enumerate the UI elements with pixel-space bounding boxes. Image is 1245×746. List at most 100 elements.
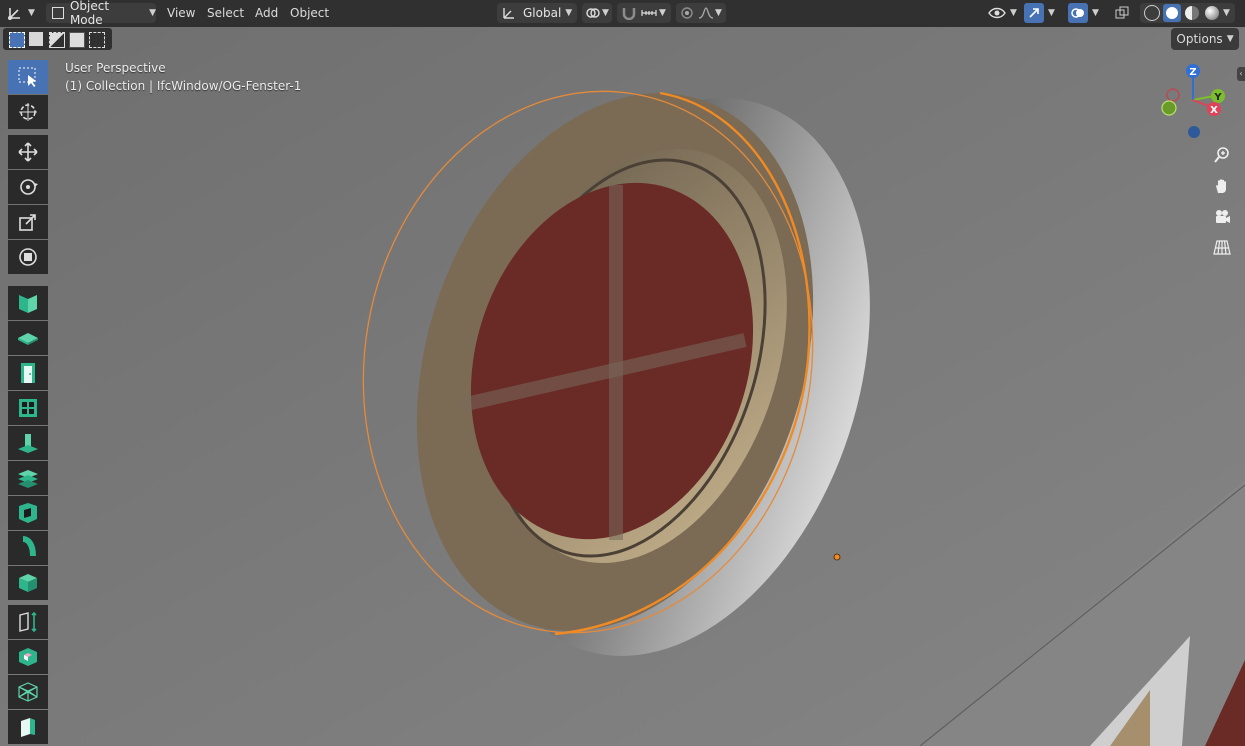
sidebar-toggle[interactable]: ‹ <box>1237 67 1245 81</box>
chevron-down-icon: ▼ <box>1092 8 1099 18</box>
select-box-icon <box>18 67 36 87</box>
pivot-point-button[interactable]: ▼ <box>582 3 612 23</box>
door-tool[interactable] <box>8 356 48 390</box>
covering-icon <box>21 718 35 737</box>
camera-view-button[interactable] <box>1207 203 1237 231</box>
shading-modes[interactable]: ▼ <box>1140 3 1235 23</box>
menu-view[interactable]: View <box>161 3 201 23</box>
xray-icon <box>1115 6 1129 19</box>
gizmo-z-label: Z <box>1189 67 1196 78</box>
snap-increment-icon <box>641 10 657 16</box>
generic-element-icon <box>19 574 37 592</box>
3d-viewport[interactable]: Options ▼ User Perspective (1) Collectio… <box>0 27 1245 746</box>
wall-tool-icon <box>19 295 37 313</box>
xray-toggle[interactable] <box>1115 3 1135 23</box>
options-button[interactable]: Options ▼ <box>1171 28 1239 50</box>
chevron-down-icon: ▼ <box>1010 8 1017 18</box>
select-intersect-icon[interactable] <box>89 32 105 48</box>
orientation-label: Global <box>523 6 562 20</box>
falloff-curve-icon <box>698 7 714 19</box>
gizmo-icon <box>1024 3 1044 23</box>
menu-select[interactable]: Select <box>201 3 250 23</box>
axis-editor-icon <box>8 8 20 20</box>
rotate-icon <box>20 179 38 195</box>
gizmo-toggle[interactable]: ▼ <box>1024 3 1064 23</box>
gizmo-y-label: Y <box>1213 92 1222 103</box>
chevron-down-icon: ▼ <box>659 8 666 18</box>
chevron-down-icon: ▼ <box>1226 34 1234 44</box>
menu-add[interactable]: Add <box>249 3 284 23</box>
hand-icon <box>1216 179 1226 193</box>
select-extend-icon[interactable] <box>29 32 43 46</box>
editor-type-button[interactable]: ▼ <box>6 3 40 23</box>
viewport-header: ▼ Object Mode ▼ View Select Add Object G… <box>0 0 1245 27</box>
wall-tool[interactable] <box>8 286 48 320</box>
select-invert-icon[interactable] <box>69 32 85 48</box>
slab-tool[interactable] <box>8 321 48 355</box>
collection-label: (1) Collection | IfcWindow/OG-Fenster-1 <box>65 79 302 93</box>
visibility-button[interactable]: ▼ <box>988 3 1022 23</box>
window-tool-icon <box>19 399 37 417</box>
gizmo-x-label: X <box>1210 105 1218 116</box>
menu-object[interactable]: Object <box>284 3 335 23</box>
gizmo-neg-y[interactable] <box>1161 100 1177 116</box>
mode-selector[interactable]: Object Mode ▼ <box>46 0 156 27</box>
snapping-group[interactable]: ▼ <box>617 3 671 23</box>
object-origin-dot[interactable] <box>833 553 841 561</box>
solid-shading-icon[interactable] <box>1163 4 1181 22</box>
overlays-toggle[interactable]: ▼ <box>1068 3 1110 23</box>
options-label: Options <box>1176 32 1223 46</box>
scale-tool[interactable] <box>8 205 48 239</box>
zoom-button[interactable] <box>1207 141 1237 169</box>
chevron-down-icon: ▼ <box>565 8 573 18</box>
cursor-icon <box>19 103 37 121</box>
select-new-icon[interactable] <box>9 32 25 48</box>
wireframe-shading-icon[interactable] <box>1144 5 1160 21</box>
opening-tool[interactable] <box>8 496 48 530</box>
measure-tool[interactable] <box>8 605 48 639</box>
material-shading-icon[interactable] <box>1185 6 1199 20</box>
transform-tool[interactable] <box>8 240 48 274</box>
transform-icon <box>19 248 37 266</box>
column-tool[interactable] <box>8 426 48 460</box>
camera-icon <box>1216 210 1230 223</box>
chevron-down-icon: ▼ <box>28 8 35 18</box>
overlays-icon <box>1068 3 1088 23</box>
pivot-icon <box>586 8 600 18</box>
generic-element-tool[interactable] <box>8 566 48 600</box>
rotate-tool[interactable] <box>8 170 48 204</box>
gizmo-neg-z[interactable] <box>1188 126 1200 138</box>
cursor-tool[interactable] <box>8 95 48 129</box>
pipe-tool-icon <box>22 536 36 557</box>
structural-icon <box>18 682 38 702</box>
column-tool-icon <box>18 434 38 453</box>
stair-tool-icon <box>18 470 38 488</box>
select-box-tool[interactable] <box>8 60 48 94</box>
proportional-edit-icon <box>681 7 693 19</box>
pan-button[interactable] <box>1207 172 1237 200</box>
transform-orientation-selector[interactable]: Global ▼ <box>497 3 577 23</box>
select-subtract-icon[interactable] <box>49 32 65 48</box>
stair-tool[interactable] <box>8 461 48 495</box>
move-icon <box>18 142 38 162</box>
window-tool[interactable] <box>8 391 48 425</box>
perspective-toggle-button[interactable] <box>1207 233 1237 261</box>
pipe-tool[interactable] <box>8 531 48 565</box>
covering-tool[interactable] <box>8 710 48 744</box>
orientation-icon <box>503 8 514 19</box>
scene-render <box>0 27 1245 746</box>
rendered-shading-icon[interactable] <box>1205 6 1219 20</box>
proportional-editing-group[interactable]: ▼ <box>676 3 726 23</box>
slab-tool-icon <box>18 333 38 345</box>
structural-tool[interactable] <box>8 675 48 709</box>
scale-icon <box>19 214 36 231</box>
navigation-gizmo[interactable]: Z Y X <box>1158 60 1228 140</box>
grid-perspective-icon <box>1213 240 1231 255</box>
spatial-tool[interactable] <box>8 640 48 674</box>
gizmo-neg-x[interactable] <box>1166 88 1180 102</box>
move-tool[interactable] <box>8 135 48 169</box>
chevron-down-icon: ▼ <box>602 8 609 18</box>
chevron-down-icon: ▼ <box>715 8 722 18</box>
chevron-down-icon: ▼ <box>149 8 156 18</box>
eye-icon <box>988 7 1006 19</box>
